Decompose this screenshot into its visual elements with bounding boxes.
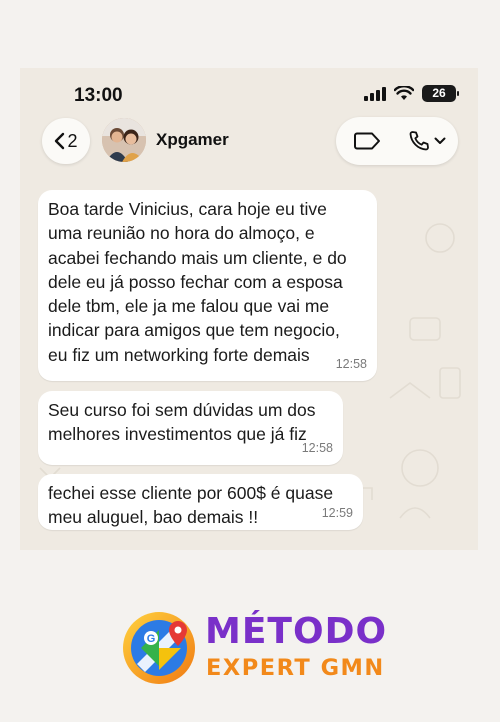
message-bubble[interactable]: Seu curso foi sem dúvidas um dos melhore…	[38, 391, 343, 465]
chat-header: 2 Xpgamer	[20, 116, 478, 166]
label-icon	[354, 132, 380, 150]
label-button[interactable]	[342, 117, 394, 165]
status-icons: 26	[364, 85, 459, 102]
status-bar: 13:00 26	[20, 68, 478, 114]
avatar[interactable]	[102, 118, 146, 162]
phone-icon	[409, 131, 429, 151]
message-text: Seu curso foi sem dúvidas um dos melhore…	[48, 400, 316, 445]
brand-title: MÉTODO	[205, 611, 388, 652]
chat-screenshot: 13:00 26 2 Xpgamer Boa tarde Vinicius, c…	[20, 68, 478, 550]
avatar-image	[102, 118, 146, 162]
message-time: 12:59	[321, 505, 353, 520]
message-bubble[interactable]: fechei esse cliente por 600$ é quase meu…	[38, 474, 363, 530]
back-button[interactable]: 2	[42, 118, 90, 164]
chevron-down-icon	[434, 137, 445, 144]
message-bubble[interactable]: Boa tarde Vinicius, cara hoje eu tive um…	[38, 190, 377, 381]
signal-icon	[364, 86, 386, 101]
svg-text:G: G	[147, 633, 156, 645]
contact-name[interactable]: Xpgamer	[156, 130, 229, 150]
map-pin-logo-icon: G	[123, 612, 195, 684]
wifi-icon	[394, 86, 414, 100]
battery-icon: 26	[422, 85, 459, 102]
message-text: Boa tarde Vinicius, cara hoje eu tive um…	[48, 199, 347, 365]
unread-count: 2	[67, 130, 78, 151]
brand-subtitle: EXPERT GMN	[206, 655, 385, 681]
header-actions	[336, 117, 458, 165]
back-chevron-icon	[55, 132, 65, 150]
message-time: 12:58	[335, 356, 367, 371]
message-text: fechei esse cliente por 600$ é quase meu…	[48, 483, 334, 528]
call-button[interactable]	[400, 117, 452, 165]
message-time: 12:58	[301, 440, 333, 455]
battery-level: 26	[432, 86, 446, 100]
status-time: 13:00	[74, 85, 123, 106]
